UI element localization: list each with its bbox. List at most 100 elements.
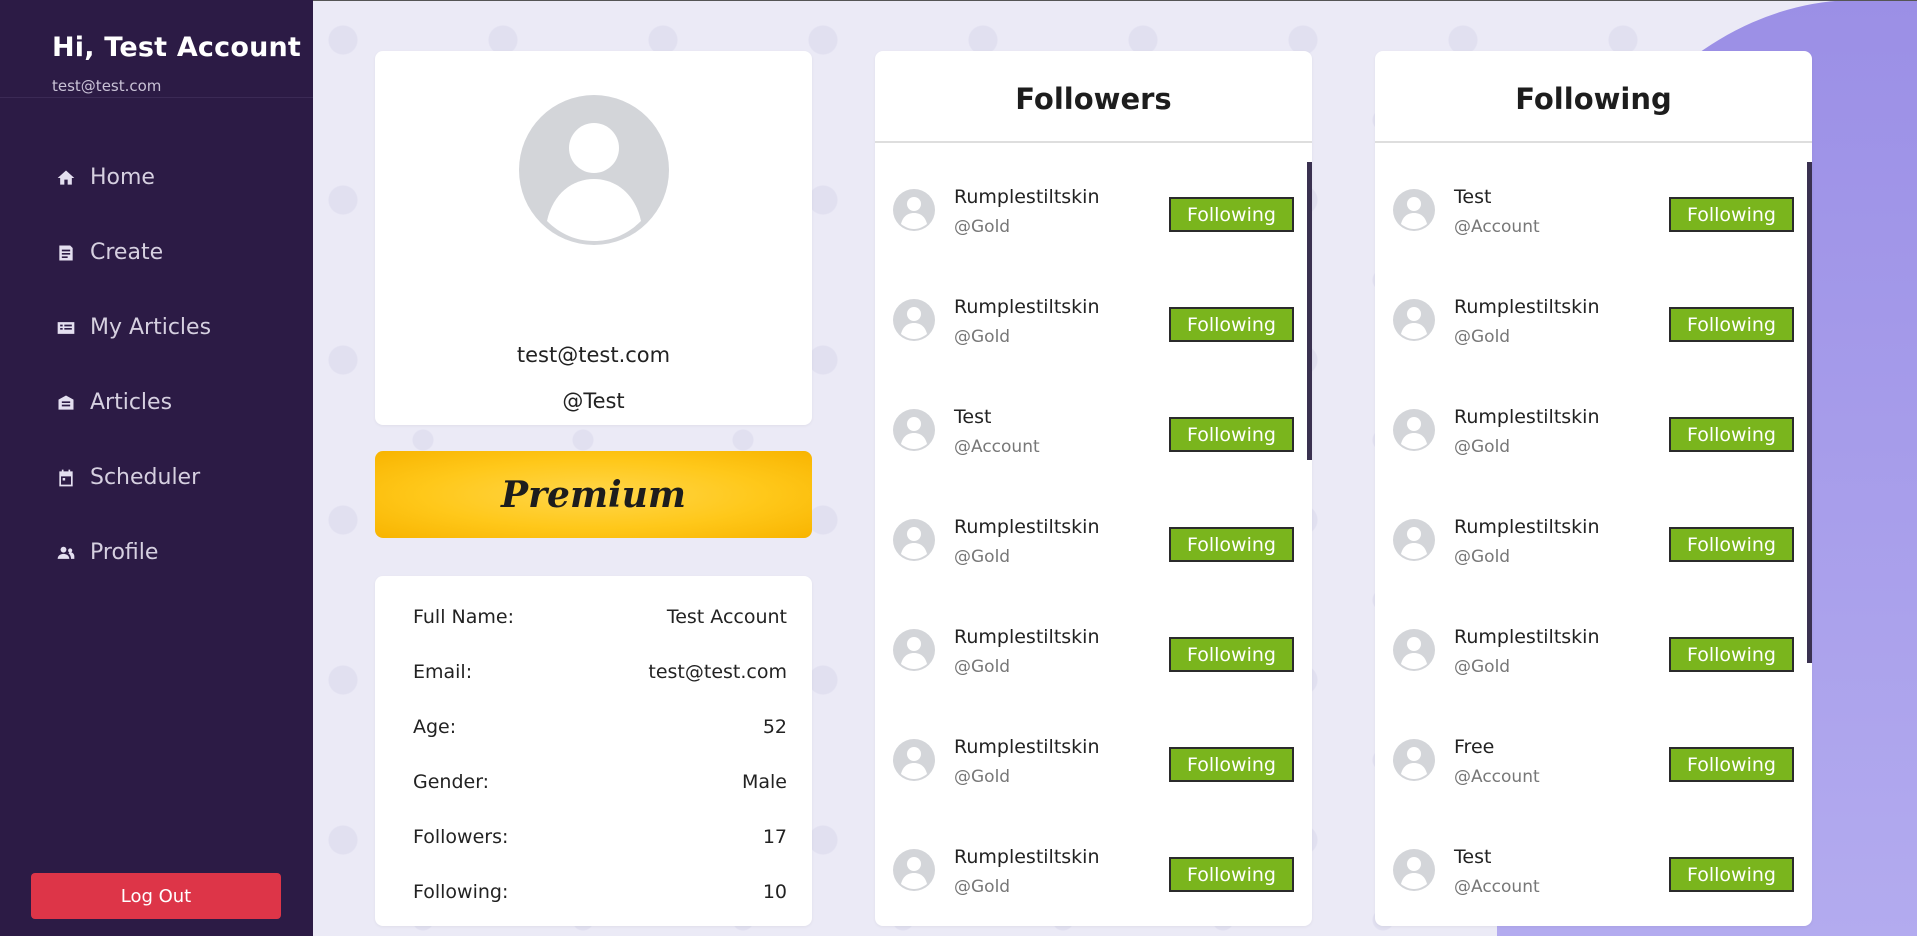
sidebar-item-label: Profile bbox=[90, 540, 159, 565]
following-button[interactable]: Following bbox=[1669, 747, 1794, 782]
create-icon bbox=[59, 245, 73, 260]
list-item: Rumplestiltskin @Gold Following bbox=[875, 492, 1312, 602]
avatar-icon bbox=[1393, 849, 1435, 891]
following-button[interactable]: Following bbox=[1669, 857, 1794, 892]
info-value: 10 bbox=[762, 881, 787, 903]
list-item: Test @Account Following bbox=[1375, 162, 1812, 272]
sidebar: Hi, Test Account test@test.com Home Crea… bbox=[0, 0, 313, 936]
profile-card: test@test.com @Test bbox=[375, 51, 812, 425]
avatar-icon bbox=[519, 95, 669, 245]
list-item: Rumplestiltskin @Gold Following bbox=[1375, 272, 1812, 382]
following-button[interactable]: Following bbox=[1669, 197, 1794, 232]
premium-badge: Premium bbox=[375, 451, 812, 538]
following-button[interactable]: Following bbox=[1169, 527, 1294, 562]
user-name: Test bbox=[1454, 186, 1492, 208]
avatar-icon bbox=[893, 189, 935, 231]
list-item: Rumplestiltskin @Gold Following bbox=[875, 162, 1312, 272]
info-row-age: Age: 52 bbox=[413, 712, 787, 742]
user-name: Rumplestiltskin bbox=[1454, 296, 1600, 318]
user-handle: @Gold bbox=[954, 767, 1011, 787]
info-value: test@test.com bbox=[648, 661, 787, 683]
user-handle: @Gold bbox=[954, 217, 1011, 237]
sidebar-item-create[interactable]: Create bbox=[0, 215, 313, 290]
user-name: Rumplestiltskin bbox=[1454, 516, 1600, 538]
followers-card: Followers Rumplestiltskin @Gold Following R… bbox=[875, 51, 1312, 926]
avatar-icon bbox=[893, 519, 935, 561]
avatar-icon bbox=[1393, 409, 1435, 451]
following-button[interactable]: Following bbox=[1169, 197, 1294, 232]
following-button[interactable]: Following bbox=[1169, 857, 1294, 892]
calendar-icon bbox=[59, 469, 73, 486]
avatar-icon bbox=[893, 409, 935, 451]
people-icon bbox=[57, 546, 75, 559]
home-icon bbox=[57, 170, 75, 185]
info-label: Email: bbox=[413, 661, 473, 683]
user-handle: @Account bbox=[954, 437, 1040, 457]
sidebar-item-articles[interactable]: Articles bbox=[0, 365, 313, 440]
following-button[interactable]: Following bbox=[1669, 637, 1794, 672]
info-value: 17 bbox=[762, 826, 787, 848]
sidebar-item-home[interactable]: Home bbox=[0, 140, 313, 215]
sidebar-item-scheduler[interactable]: Scheduler bbox=[0, 440, 313, 515]
profile-handle: @Test bbox=[562, 389, 625, 413]
info-value: 52 bbox=[762, 716, 787, 738]
sidebar-item-my-articles[interactable]: My Articles bbox=[0, 290, 313, 365]
profile-info-card: Full Name: Test Account Email: test@test… bbox=[375, 576, 812, 926]
following-button[interactable]: Following bbox=[1169, 637, 1294, 672]
user-name: Rumplestiltskin bbox=[954, 846, 1100, 868]
info-label: Following: bbox=[413, 881, 509, 903]
info-label: Followers: bbox=[413, 826, 509, 848]
greeting: Hi, Test Account bbox=[52, 32, 302, 63]
sidebar-item-label: Articles bbox=[90, 390, 173, 415]
user-name: Test bbox=[1454, 846, 1492, 868]
list-item: Rumplestiltskin @Gold Following bbox=[1375, 382, 1812, 492]
avatar-icon bbox=[893, 629, 935, 671]
user-name: Test bbox=[954, 406, 992, 428]
user-handle: @Gold bbox=[954, 547, 1011, 567]
following-button[interactable]: Following bbox=[1169, 747, 1294, 782]
following-title: Following bbox=[1375, 51, 1812, 143]
following-button[interactable]: Following bbox=[1169, 417, 1294, 452]
avatar-icon bbox=[1393, 519, 1435, 561]
sidebar-header: Hi, Test Account test@test.com bbox=[0, 0, 313, 98]
my-articles-icon bbox=[57, 321, 75, 334]
avatar-icon bbox=[893, 299, 935, 341]
following-button[interactable]: Following bbox=[1669, 307, 1794, 342]
following-button[interactable]: Following bbox=[1669, 527, 1794, 562]
info-row-followers: Followers: 17 bbox=[413, 822, 787, 852]
list-item: Rumplestiltskin @Gold Following bbox=[1375, 602, 1812, 712]
info-row-full-name: Full Name: Test Account bbox=[413, 602, 787, 632]
avatar-icon bbox=[1393, 739, 1435, 781]
following-button[interactable]: Following bbox=[1169, 307, 1294, 342]
user-name: Rumplestiltskin bbox=[954, 516, 1100, 538]
user-handle: @Account bbox=[1454, 217, 1540, 237]
logout-button[interactable]: Log Out bbox=[31, 873, 281, 919]
user-name: Rumplestiltskin bbox=[954, 626, 1100, 648]
info-value: Test Account bbox=[666, 606, 787, 628]
following-button[interactable]: Following bbox=[1669, 417, 1794, 452]
user-name: Free bbox=[1454, 736, 1495, 758]
avatar-icon bbox=[893, 739, 935, 781]
user-handle: @Gold bbox=[1454, 437, 1511, 457]
list-item: Free @Account Following bbox=[1375, 712, 1812, 822]
sidebar-nav: Home Create My Articles Articles Schedul… bbox=[0, 140, 313, 590]
followers-title: Followers bbox=[875, 51, 1312, 143]
list-item: Test @Account Following bbox=[1375, 822, 1812, 926]
sidebar-item-profile[interactable]: Profile bbox=[0, 515, 313, 590]
user-name: Rumplestiltskin bbox=[1454, 626, 1600, 648]
info-label: Gender: bbox=[413, 771, 490, 793]
user-handle: @Gold bbox=[954, 657, 1011, 677]
user-name: Rumplestiltskin bbox=[954, 736, 1100, 758]
articles-icon bbox=[58, 395, 74, 410]
premium-label: Premium bbox=[501, 473, 686, 516]
avatar-icon bbox=[1393, 629, 1435, 671]
info-label: Age: bbox=[413, 716, 457, 738]
list-item: Rumplestiltskin @Gold Following bbox=[875, 602, 1312, 712]
sidebar-item-label: Scheduler bbox=[90, 465, 201, 490]
info-row-email: Email: test@test.com bbox=[413, 657, 787, 687]
info-label: Full Name: bbox=[413, 606, 514, 628]
list-item: Test @Account Following bbox=[875, 382, 1312, 492]
info-row-following: Following: 10 bbox=[413, 877, 787, 907]
sidebar-item-label: My Articles bbox=[90, 315, 212, 340]
user-handle: @Account bbox=[1454, 767, 1540, 787]
